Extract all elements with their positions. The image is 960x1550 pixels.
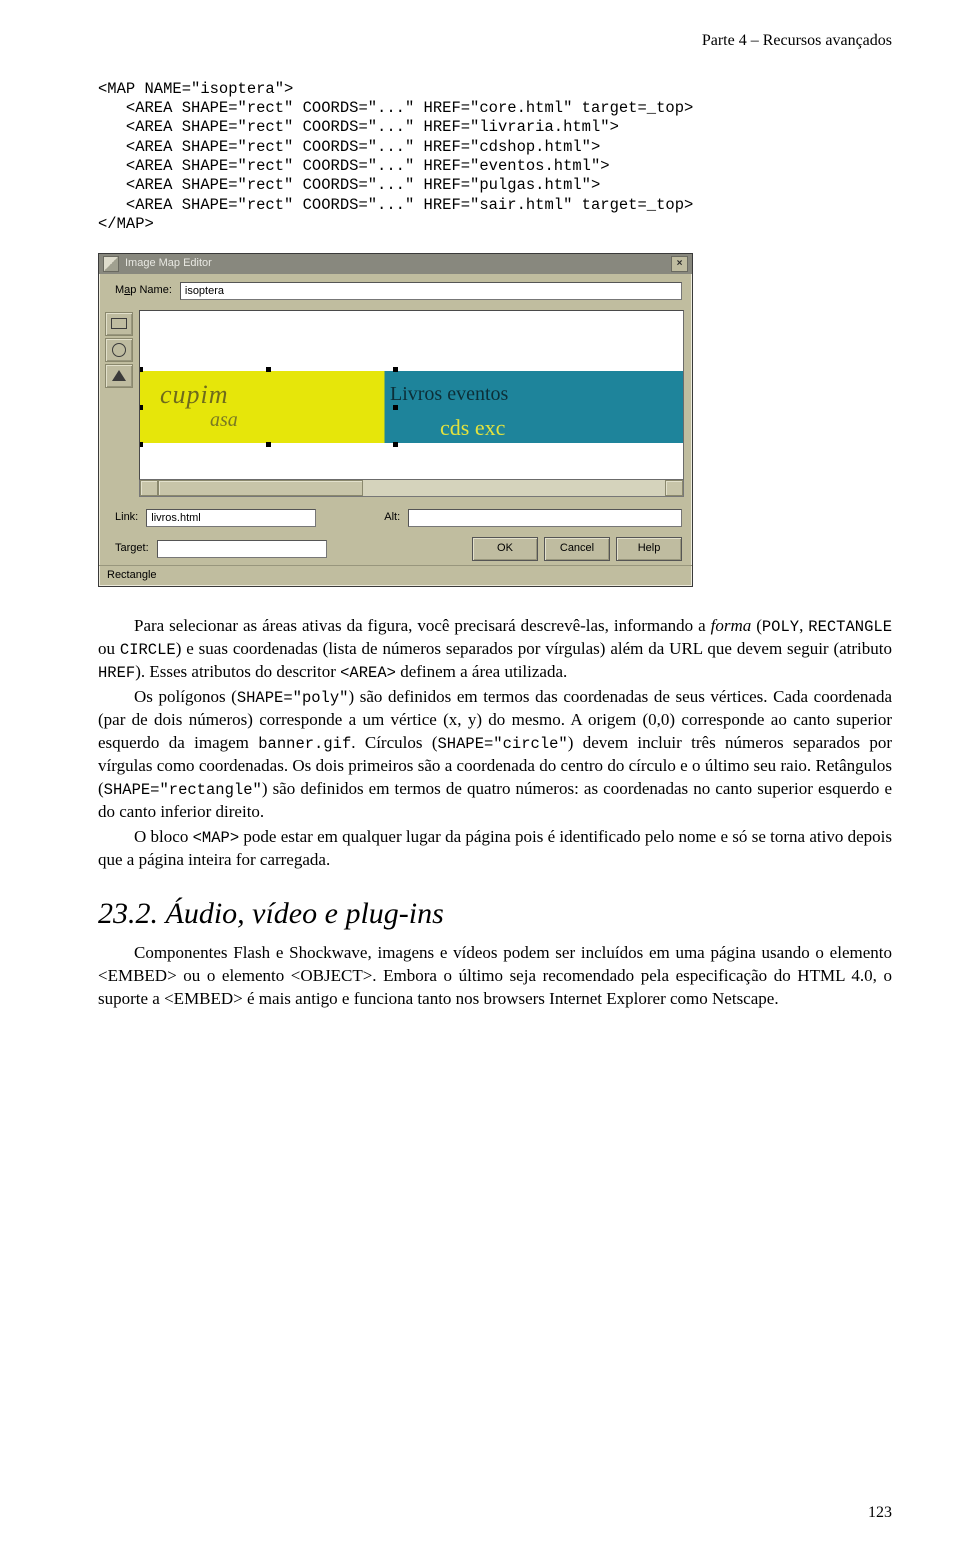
window-title: Image Map Editor — [125, 256, 665, 271]
rectangle-tool-button[interactable] — [105, 312, 133, 336]
mapname-label: Map Name: — [115, 283, 172, 298]
code-block-map: <MAP NAME="isoptera"> <AREA SHAPE="rect"… — [98, 80, 892, 235]
rectangle-icon — [111, 318, 127, 329]
mapname-input[interactable]: isoptera — [180, 282, 682, 300]
polygon-icon — [112, 370, 126, 381]
scroll-right-button[interactable] — [665, 480, 683, 496]
polygon-tool-button[interactable] — [105, 364, 133, 388]
close-icon[interactable]: × — [671, 256, 688, 272]
ok-button[interactable]: OK — [472, 537, 538, 561]
image-map-editor-window: Image Map Editor × Map Name: isoptera cu… — [98, 253, 693, 588]
window-titlebar: Image Map Editor × — [99, 254, 692, 274]
cancel-button[interactable]: Cancel — [544, 537, 610, 561]
paragraph-1: Para selecionar as áreas ativas da figur… — [98, 615, 892, 684]
selection-handles — [139, 367, 398, 447]
target-label: Target: — [115, 541, 149, 556]
target-input[interactable] — [157, 540, 327, 558]
horizontal-scrollbar[interactable] — [139, 480, 684, 497]
paragraph-4: Componentes Flash e Shockwave, imagens e… — [98, 942, 892, 1011]
link-input[interactable]: livros.html — [146, 509, 316, 527]
paragraph-2: Os polígonos (SHAPE="poly") são definido… — [98, 686, 892, 824]
circle-tool-button[interactable] — [105, 338, 133, 362]
link-label: Link: — [115, 510, 138, 525]
banner-text-2: cds exc — [440, 413, 505, 443]
section-heading: 23.2. Áudio, vídeo e plug-ins — [98, 894, 892, 935]
alt-input[interactable] — [408, 509, 682, 527]
scroll-thumb[interactable] — [158, 480, 363, 496]
help-button[interactable]: Help — [616, 537, 682, 561]
alt-label: Alt: — [384, 510, 400, 525]
paragraph-3: O bloco <MAP> pode estar em qualquer lug… — [98, 826, 892, 872]
status-bar: Rectangle — [99, 565, 692, 587]
editor-canvas[interactable]: cupim asa Livros eventos cds exc — [139, 310, 684, 480]
scroll-left-button[interactable] — [140, 480, 158, 496]
window-app-icon — [103, 256, 119, 272]
shape-palette — [105, 310, 133, 497]
banner-text-1: Livros eventos — [390, 381, 508, 408]
circle-icon — [112, 343, 126, 357]
page-number: 123 — [868, 1502, 892, 1524]
running-head: Parte 4 – Recursos avançados — [98, 30, 892, 52]
